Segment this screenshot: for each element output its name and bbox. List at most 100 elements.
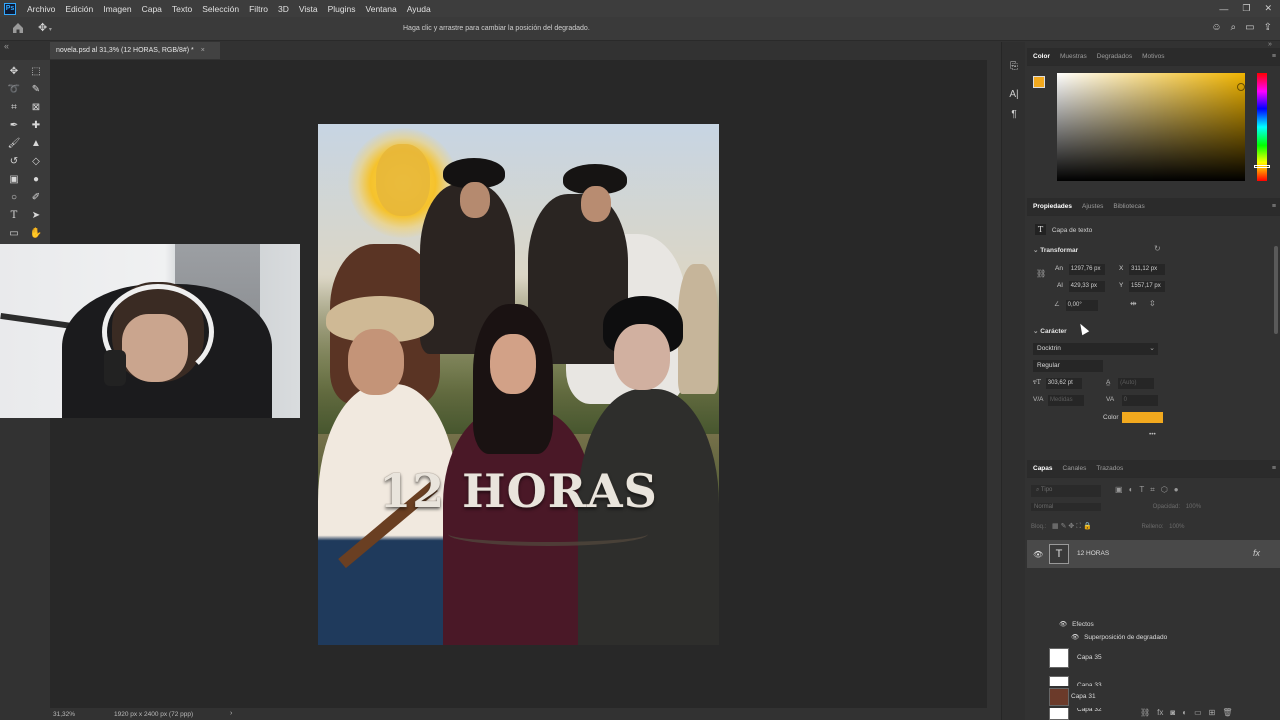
gradient-tool-icon[interactable]: ▣ [3, 170, 25, 188]
healing-brush-icon[interactable]: ✚ [25, 116, 47, 134]
tab-muestras[interactable]: Muestras [1060, 53, 1087, 60]
hue-slider-marker[interactable] [1254, 165, 1270, 168]
tracking-input[interactable]: 0 [1121, 395, 1158, 406]
history-brush-icon[interactable]: ↺ [3, 152, 25, 170]
tab-trazados[interactable]: Trazados [1096, 465, 1123, 472]
fx-menu-icon[interactable]: fx [1157, 708, 1163, 717]
close-tab-icon[interactable]: × [201, 47, 205, 54]
effect-item-row[interactable]: 👁 Superposición de degradado [1071, 633, 1167, 641]
menu-ventana[interactable]: Ventana [361, 4, 402, 14]
more-options-icon[interactable]: ••• [1149, 431, 1156, 438]
quick-select-icon[interactable]: ✎ [25, 80, 47, 98]
text-filter-icon[interactable]: T [1139, 485, 1144, 495]
new-layer-icon[interactable]: ⊞ [1209, 708, 1216, 717]
menu-imagen[interactable]: Imagen [98, 4, 136, 14]
search-icon[interactable]: ⌕ [1231, 22, 1237, 33]
tab-canales[interactable]: Canales [1063, 465, 1087, 472]
hand-tool-icon[interactable]: ✋ [25, 224, 47, 242]
x-input[interactable]: 311,12 px [1129, 264, 1166, 275]
menu-texto[interactable]: Texto [167, 4, 197, 14]
menu-plugins[interactable]: Plugins [323, 4, 361, 14]
character-panel-icon[interactable]: A| [1002, 84, 1026, 104]
effects-row[interactable]: 👁 Efectos [1059, 620, 1094, 628]
menu-ayuda[interactable]: Ayuda [402, 4, 436, 14]
rectangle-tool-icon[interactable]: ▭ [3, 224, 25, 242]
menu-edicion[interactable]: Edición [60, 4, 98, 14]
move-tool-icon[interactable]: ✥ [3, 62, 25, 80]
layer-row[interactable]: 👁 T 12 HORAS fx [1027, 540, 1280, 568]
character-section-title[interactable]: ⌄ Carácter [1033, 327, 1067, 335]
height-input[interactable]: 429,33 px [1068, 281, 1105, 292]
collapse-panels-icon[interactable]: » [1268, 41, 1272, 48]
tab-degradados[interactable]: Degradados [1097, 53, 1132, 60]
shape-filter-icon[interactable]: ⌗ [1150, 485, 1155, 495]
color-picker-marker[interactable] [1237, 83, 1245, 91]
panel-menu-icon[interactable]: ≡ [1272, 203, 1276, 210]
text-color-swatch[interactable] [1122, 412, 1163, 423]
menu-capa[interactable]: Capa [137, 4, 167, 14]
collapse-toolbar-icon[interactable]: « [4, 41, 9, 51]
link-dimensions-icon[interactable]: ⛓ [1036, 269, 1046, 278]
tab-motivos[interactable]: Motivos [1142, 53, 1164, 60]
type-tool-icon[interactable]: T [3, 206, 25, 224]
leading-input[interactable]: (Auto) [1118, 378, 1155, 389]
layer-row[interactable]: Capa 31 [1027, 686, 1280, 708]
close-icon[interactable]: ✕ [1264, 3, 1272, 14]
pen-tool-icon[interactable]: ✐ [25, 188, 47, 206]
opacity-input[interactable]: 100% [1186, 504, 1201, 510]
menu-3d[interactable]: 3D [273, 4, 294, 14]
group-folder-icon[interactable]: ▭ [1194, 708, 1202, 717]
marquee-tool-icon[interactable]: ⬚ [25, 62, 47, 80]
frame-tool-icon[interactable]: ⊠ [25, 98, 47, 116]
share-people-icon[interactable]: ☺ [1211, 22, 1221, 33]
dodge-tool-icon[interactable]: ○ [3, 188, 25, 206]
tab-capas[interactable]: Capas [1033, 465, 1053, 472]
mask-icon[interactable]: ◙ [1170, 708, 1175, 717]
poster-artwork[interactable]: 12 HORAS [318, 124, 719, 645]
visibility-eye-icon[interactable]: 👁 [1033, 550, 1043, 559]
flip-horizontal-icon[interactable]: ⇹ [1130, 299, 1137, 308]
font-size-input[interactable]: 303,62 pt [1045, 378, 1082, 389]
poster-title-text[interactable]: 12 HORAS [318, 464, 719, 518]
zoom-level[interactable]: 31,32% [53, 711, 75, 718]
stamp-tool-icon[interactable]: ▲ [25, 134, 47, 152]
eyedropper-icon[interactable]: ✒ [3, 116, 25, 134]
tab-color[interactable]: Color [1033, 53, 1050, 60]
fx-icon[interactable]: fx [1253, 548, 1260, 558]
layer-filter-input[interactable]: ⌕ Tipo [1031, 485, 1101, 497]
fill-input[interactable]: 100% [1169, 524, 1184, 530]
path-select-icon[interactable]: ➤ [25, 206, 47, 224]
minimize-icon[interactable]: — [1219, 4, 1228, 14]
visibility-eye-icon[interactable]: 👁 [1059, 621, 1067, 628]
pixel-filter-icon[interactable]: ▣ [1115, 485, 1123, 495]
tab-propiedades[interactable]: Propiedades [1033, 203, 1072, 210]
adjustment-layer-icon[interactable]: ◐ [1182, 708, 1187, 717]
transform-section-title[interactable]: ⌄ Transformar [1033, 246, 1078, 254]
filter-toggle-icon[interactable]: ● [1174, 485, 1179, 495]
width-input[interactable]: 1297,76 px [1068, 264, 1105, 275]
color-picker-field[interactable] [1057, 73, 1245, 181]
properties-scrollbar[interactable] [1274, 246, 1278, 334]
lock-icons[interactable]: ▦ ✎ ✥ ⛶ 🔒 [1052, 523, 1092, 530]
move-tool-icon[interactable]: ✥ ▾ [38, 21, 52, 34]
menu-seleccion[interactable]: Selección [197, 4, 244, 14]
foreground-color-swatch[interactable] [1033, 76, 1045, 88]
restore-icon[interactable]: ❐ [1242, 3, 1250, 14]
eraser-tool-icon[interactable]: ◇ [25, 152, 47, 170]
history-panel-icon[interactable]: ⎘ [1002, 56, 1026, 76]
font-family-select[interactable]: Docktrin ⌄ [1033, 343, 1158, 355]
brush-tool-icon[interactable]: 🖌 [3, 134, 25, 152]
crop-tool-icon[interactable]: ⌗ [3, 98, 25, 116]
adjustment-filter-icon[interactable]: ◐ [1129, 485, 1134, 495]
blur-tool-icon[interactable]: ● [25, 170, 47, 188]
tab-bibliotecas[interactable]: Bibliotecas [1113, 203, 1144, 210]
status-menu-arrow-icon[interactable]: › [230, 710, 232, 717]
blend-mode-select[interactable]: Normal [1031, 503, 1101, 511]
tab-ajustes[interactable]: Ajustes [1082, 203, 1103, 210]
y-input[interactable]: 1557,17 px [1129, 281, 1166, 292]
paragraph-panel-icon[interactable]: ¶ [1002, 104, 1026, 124]
link-layers-icon[interactable]: ⛓ [1140, 708, 1150, 717]
angle-input[interactable]: 0,00° [1065, 300, 1098, 311]
visibility-eye-icon[interactable]: 👁 [1071, 634, 1079, 641]
lasso-tool-icon[interactable]: ➰ [3, 80, 25, 98]
